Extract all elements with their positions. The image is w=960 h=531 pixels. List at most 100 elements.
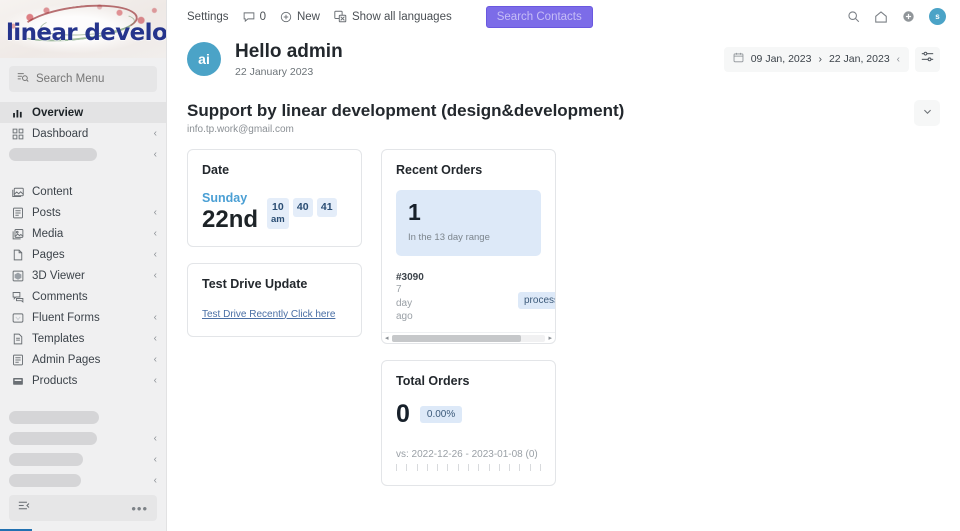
admin-bar: Settings 0 New Show all languages Search… <box>167 0 960 33</box>
sidebar-item-dashboard[interactable]: Dashboard ‹ <box>0 123 166 144</box>
sidebar-item-label: Pages <box>32 248 65 261</box>
adminbar-comments[interactable]: 0 <box>243 11 266 23</box>
adminbar-languages[interactable]: Show all languages <box>334 10 452 23</box>
chevron-left-icon[interactable]: ‹ <box>154 128 157 139</box>
sidebar-item-templates[interactable]: Templates ‹ <box>0 328 166 349</box>
template-icon <box>11 332 24 345</box>
chart-bars-icon <box>11 106 24 119</box>
scroll-left-arrow-icon[interactable]: ◂ <box>385 335 389 342</box>
sidebar-item-posts[interactable]: Posts ‹ <box>0 202 166 223</box>
sidebar-item-media[interactable]: Media ‹ <box>0 223 166 244</box>
admin-page-icon <box>11 353 24 366</box>
sidebar-item-fluent-forms[interactable]: Fluent Forms ‹ <box>0 307 166 328</box>
recent-orders-horizontal-scrollbar[interactable]: ◂ ▸ <box>382 332 555 343</box>
sparkline-tick <box>457 464 459 472</box>
sidebar-item-label: Fluent Forms <box>32 311 100 324</box>
sparkline-tick <box>426 464 428 472</box>
date-day-block: Sunday 22nd <box>202 192 258 232</box>
sidebar-collapse-bar[interactable]: ••• <box>9 495 157 521</box>
date-range-separator: › <box>818 53 822 66</box>
order-age-line1: 7 <box>396 284 402 296</box>
chevron-left-icon[interactable]: ‹ <box>154 228 157 239</box>
nav-group-separator <box>0 391 166 407</box>
date-card-title: Date <box>202 163 230 178</box>
page-icon <box>11 248 24 261</box>
avatar[interactable]: s <box>929 8 946 25</box>
chevron-left-icon[interactable]: ‹ <box>154 270 157 281</box>
chevron-left-icon[interactable]: ‹ <box>154 375 157 386</box>
sparkline-tick <box>396 464 397 472</box>
sidebar-item-placeholder[interactable]: ‹ <box>0 470 166 491</box>
date-time-boxes: 10 am 40 41 <box>267 197 337 232</box>
sidebar-item-label: 3D Viewer <box>32 269 85 282</box>
search-icon[interactable] <box>847 10 860 23</box>
total-orders-card-title: Total Orders <box>396 374 470 389</box>
chevron-left-icon[interactable]: ‹ <box>154 249 157 260</box>
recent-orders-range-label: In the 13 day range <box>408 232 490 244</box>
recent-orders-card: Recent Orders 1 In the 13 day range #309… <box>381 149 556 345</box>
sidebar-item-placeholder[interactable]: ‹ <box>0 428 166 449</box>
total-orders-card: Total Orders 0 0.00% vs: 2022-12-26 - 20… <box>381 360 556 487</box>
search-contacts-button[interactable]: Search Contacts <box>485 5 593 28</box>
chevron-left-icon[interactable]: ‹ <box>897 54 900 65</box>
test-drive-card: Test Drive Update Test Drive Recently Cl… <box>187 262 362 337</box>
chevron-left-icon[interactable]: ‹ <box>154 454 157 465</box>
greeting-header: ai Hello admin 22 January 2023 09 Jan, 2… <box>167 33 960 78</box>
sidebar-item-3d-viewer[interactable]: 3D Viewer ‹ <box>0 265 166 286</box>
chevron-left-icon[interactable]: ‹ <box>154 354 157 365</box>
sidebar-item-placeholder[interactable]: ‹ <box>0 449 166 470</box>
recent-orders-stat: 1 In the 13 day range <box>396 190 541 257</box>
chevron-left-icon[interactable]: ‹ <box>154 149 157 160</box>
scrollbar-track[interactable] <box>391 334 546 342</box>
chevron-left-icon[interactable]: ‹ <box>154 433 157 444</box>
sidebar-nav: Overview Dashboard ‹ ‹ Content Posts ‹ Media ‹ Pa… <box>0 102 166 495</box>
sidebar-nav-list: Overview Dashboard ‹ ‹ Content Posts ‹ Media ‹ Pa… <box>0 102 166 491</box>
calendar-icon <box>733 52 744 66</box>
test-drive-link[interactable]: Test Drive Recently Click here <box>202 309 335 320</box>
sidebar-item-comments[interactable]: Comments <box>0 286 166 307</box>
section-collapse-button[interactable] <box>914 99 940 126</box>
sidebar-item-label: Admin Pages <box>32 353 101 366</box>
sidebar-item-placeholder[interactable]: ‹ <box>0 144 166 165</box>
user-avatar[interactable]: ai <box>187 42 221 77</box>
sidebar-item-content[interactable]: Content <box>0 181 166 202</box>
scroll-right-arrow-icon[interactable]: ▸ <box>548 335 552 342</box>
languages-label: Show all languages <box>351 10 452 23</box>
collapse-menu-icon[interactable] <box>18 499 31 517</box>
more-dots-icon[interactable]: ••• <box>131 502 148 515</box>
order-age-line2: day <box>396 297 413 309</box>
adminbar-settings[interactable]: Settings <box>187 11 229 23</box>
sidebar-item-admin-pages[interactable]: Admin Pages ‹ <box>0 349 166 370</box>
filter-settings-button[interactable] <box>915 46 940 72</box>
adminbar-new[interactable]: New <box>280 11 320 23</box>
main-content: Settings 0 New Show all languages Search… <box>167 0 960 531</box>
daterange-controls: 09 Jan, 2023 › 22 Jan, 2023 ‹ <box>723 46 940 72</box>
total-orders-value: 0 <box>396 400 410 429</box>
dashboard-cards: Date Sunday 22nd 10 am 40 41 Test Drive … <box>167 135 960 487</box>
time-hour: 10 <box>272 200 284 213</box>
section-title: Support by linear development (design&de… <box>187 100 625 120</box>
date-card-body: Sunday 22nd 10 am 40 41 <box>202 192 347 232</box>
sidebar-item-label: Posts <box>32 206 61 219</box>
scrollbar-thumb[interactable] <box>391 334 521 342</box>
sidebar-item-products[interactable]: Products ‹ <box>0 370 166 391</box>
table-row[interactable]: #3090 7 day ago processing <box>396 272 555 324</box>
sparkline-tick <box>488 464 490 472</box>
date-range-start: 09 Jan, 2023 <box>750 53 812 66</box>
search-menu-icon <box>17 70 29 88</box>
sparkline-tick <box>509 464 511 472</box>
sidebar-item-placeholder[interactable] <box>0 407 166 428</box>
total-orders-body: 0 0.00% <box>396 402 541 427</box>
site-logo[interactable]: linear development <box>0 0 166 58</box>
sidebar-item-pages[interactable]: Pages ‹ <box>0 244 166 265</box>
home-icon[interactable] <box>874 10 888 24</box>
chevron-left-icon[interactable]: ‹ <box>154 475 157 486</box>
chevron-left-icon[interactable]: ‹ <box>154 333 157 344</box>
sidebar-item-overview[interactable]: Overview <box>0 102 166 123</box>
date-range-picker[interactable]: 09 Jan, 2023 › 22 Jan, 2023 ‹ <box>723 46 909 72</box>
products-icon <box>11 374 24 387</box>
chevron-left-icon[interactable]: ‹ <box>154 312 157 323</box>
search-menu-field[interactable]: Search Menu <box>9 66 157 92</box>
chevron-left-icon[interactable]: ‹ <box>154 207 157 218</box>
plus-circle-icon[interactable] <box>902 10 915 23</box>
